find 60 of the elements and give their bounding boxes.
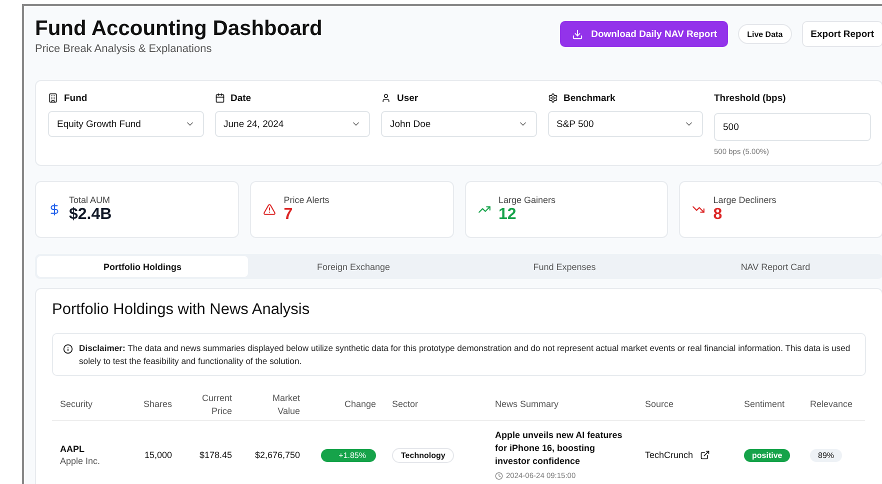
stat-value: 12 bbox=[498, 205, 518, 224]
table-cell: $178.45 bbox=[180, 420, 240, 484]
clock-icon bbox=[495, 472, 503, 480]
stat-label: Price Alerts bbox=[284, 194, 330, 204]
column-header: Sentiment bbox=[736, 390, 802, 420]
select-field[interactable]: S&P 500 bbox=[548, 111, 703, 137]
download-button[interactable]: Download Daily NAV Report bbox=[560, 21, 728, 47]
column-header: Source bbox=[637, 390, 736, 420]
column-header: News Summary bbox=[487, 390, 637, 420]
field-label: Benchmark bbox=[564, 92, 616, 104]
threshold-input[interactable]: 500 bbox=[714, 113, 871, 141]
stat-value: $2.4B bbox=[69, 204, 112, 224]
field-label: Fund bbox=[64, 92, 88, 104]
relevance-badge: 89% bbox=[810, 448, 842, 462]
dollar-icon bbox=[48, 203, 61, 216]
external-link-icon[interactable] bbox=[700, 450, 710, 460]
calendar-icon bbox=[214, 93, 224, 103]
field-label: User bbox=[397, 92, 418, 104]
field-label: Date bbox=[230, 92, 252, 104]
user-icon bbox=[381, 93, 391, 103]
building-icon bbox=[48, 93, 58, 103]
tab[interactable]: NAV Report Card bbox=[670, 256, 881, 277]
select-field[interactable]: Equity Growth Fund bbox=[48, 111, 204, 137]
stat-label: Large Decliners bbox=[713, 194, 776, 204]
stat-value: 7 bbox=[284, 204, 294, 224]
column-header: Market Value bbox=[240, 390, 308, 420]
panel-title: Portfolio Holdings with News Analysis bbox=[52, 300, 311, 320]
tab[interactable]: Foreign Exchange bbox=[248, 256, 459, 277]
gear-icon bbox=[548, 93, 558, 103]
select-field[interactable]: John Doe bbox=[381, 111, 536, 137]
company-name: Apple Inc. bbox=[60, 455, 102, 468]
tab[interactable]: Portfolio Holdings bbox=[37, 256, 248, 277]
column-header: Change bbox=[308, 390, 384, 420]
info-icon bbox=[63, 344, 73, 354]
disclaimer-text: Disclaimer: The data and news summaries displayed below utilize synthetic data for this prototype demonstration and do not represent actual market events or real financial information. This data is used solely to test the feasibility and functionality of the solution. bbox=[79, 342, 852, 368]
export-button[interactable]: Export Report bbox=[802, 21, 882, 47]
column-header: Sector bbox=[384, 390, 487, 420]
column-header: Current Price bbox=[180, 390, 240, 420]
source-link[interactable]: TechCrunch bbox=[645, 450, 694, 460]
stat-value: 8 bbox=[713, 205, 724, 224]
table-cell: 15,000 bbox=[125, 420, 180, 484]
sentiment-badge: positive bbox=[744, 448, 790, 462]
sector-tag: Technology bbox=[392, 448, 454, 463]
news-headline: Apple unveils new AI features for iPhone 16, boosting investor confidence bbox=[495, 428, 624, 468]
column-header: Relevance bbox=[802, 390, 865, 420]
table-cell: $2,676,750 bbox=[240, 420, 308, 484]
stat-label: Large Gainers bbox=[498, 194, 556, 204]
warning-icon bbox=[262, 203, 276, 216]
download-icon bbox=[572, 28, 584, 40]
column-header: Security bbox=[52, 390, 125, 420]
field-label: Threshold (bps) bbox=[714, 92, 786, 104]
select-field[interactable]: June 24, 2024 bbox=[214, 111, 370, 137]
live-data-badge[interactable]: Live Data bbox=[738, 24, 792, 44]
change-badge: +1.85% bbox=[321, 448, 376, 462]
ticker: AAPL bbox=[60, 443, 86, 456]
column-header: Shares bbox=[125, 390, 180, 420]
tab[interactable]: Fund Expenses bbox=[459, 256, 670, 277]
dashboard-title: Fund Accounting Dashboard bbox=[35, 16, 322, 42]
stat-label: Total AUM bbox=[69, 194, 112, 204]
dashboard-subtitle: Price Break Analysis & Explanations bbox=[35, 42, 213, 56]
